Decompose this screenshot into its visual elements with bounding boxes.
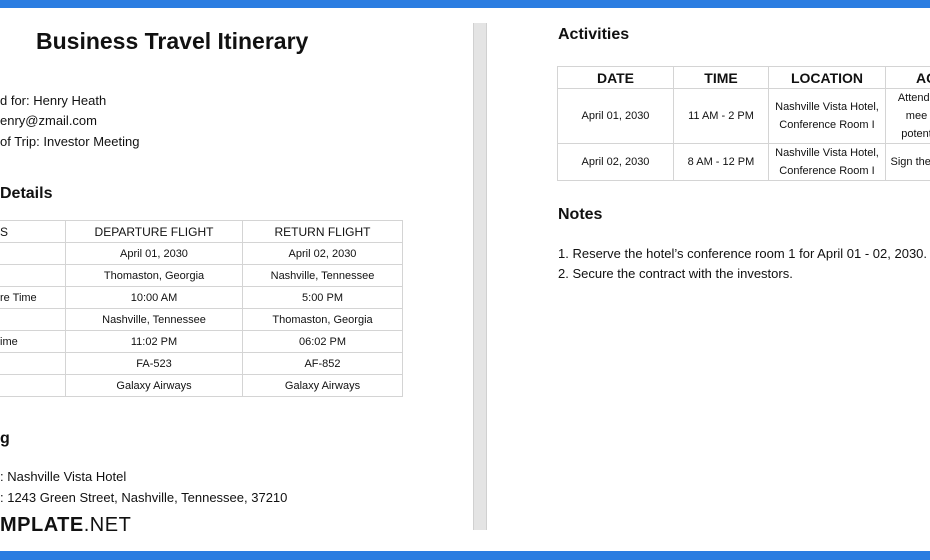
cell: 10:00 AM xyxy=(65,286,243,309)
cell xyxy=(0,374,66,397)
cell: April 02, 2030 xyxy=(557,143,674,181)
cell: re Time xyxy=(0,286,66,309)
bottom-accent-bar xyxy=(0,551,930,560)
notes-heading: Notes xyxy=(558,206,603,223)
table-row: FA-523 AF-852 xyxy=(0,352,403,375)
cell: ime xyxy=(0,330,66,353)
cell xyxy=(0,242,66,265)
table-row: April 01, 2030 April 02, 2030 xyxy=(0,242,403,265)
cell xyxy=(0,308,66,331)
header-cell: DATE xyxy=(557,66,674,89)
page-title: Business Travel Itinerary xyxy=(36,28,309,54)
page-divider-scrollbar xyxy=(473,23,487,530)
cell: 11 AM - 2 PM xyxy=(673,88,769,144)
trip-purpose: of Trip: Investor Meeting xyxy=(0,134,140,149)
template-net-logo: MPLATE.NET xyxy=(0,514,132,536)
cell: Thomaston, Georgia xyxy=(65,264,243,287)
hotel-address: : 1243 Green Street, Nashville, Tennesse… xyxy=(0,490,288,505)
table-row: Nashville, Tennessee Thomaston, Georgia xyxy=(0,308,403,331)
cell: Attend l mee potent xyxy=(885,88,930,144)
cell: 5:00 PM xyxy=(242,286,403,309)
table-row: Galaxy Airways Galaxy Airways xyxy=(0,374,403,397)
cell: 06:02 PM xyxy=(242,330,403,353)
table-header-row: DATE TIME LOCATION AC xyxy=(557,66,930,89)
cell: AF-852 xyxy=(242,352,403,375)
hotel-name: : Nashville Vista Hotel xyxy=(0,469,127,484)
table-row: April 02, 2030 8 AM - 12 PM Nashville Vist… xyxy=(557,143,930,181)
email: enry@zmail.com xyxy=(0,113,97,128)
cell: Sign the in xyxy=(885,143,930,181)
cell: Nashville, Tennessee xyxy=(242,264,403,287)
cell: Galaxy Airways xyxy=(65,374,243,397)
note-item: 1. Reserve the hotel’s conference room 1… xyxy=(558,246,928,261)
cell: April 01, 2030 xyxy=(65,242,243,265)
cell xyxy=(0,352,66,375)
cell: Nashville Vista Hotel, Conference Room I xyxy=(768,143,886,181)
cell: Nashville Vista Hotel, Conference Room I xyxy=(768,88,886,144)
flight-table: S DEPARTURE FLIGHT RETURN FLIGHT April 0… xyxy=(0,220,403,397)
header-cell: S xyxy=(0,220,66,243)
table-row: Thomaston, Georgia Nashville, Tennessee xyxy=(0,264,403,287)
table-row: ime 11:02 PM 06:02 PM xyxy=(0,330,403,353)
activities-heading: Activities xyxy=(558,26,630,43)
cell: April 02, 2030 xyxy=(242,242,403,265)
header-cell: RETURN FLIGHT xyxy=(242,220,403,243)
header-cell: LOCATION xyxy=(768,66,886,89)
header-cell: AC xyxy=(885,66,930,89)
cell: 11:02 PM xyxy=(65,330,243,353)
activities-table: DATE TIME LOCATION AC April 01, 203011 A… xyxy=(557,66,930,181)
header-cell: TIME xyxy=(673,66,769,89)
cell xyxy=(0,264,66,287)
cell: Nashville, Tennessee xyxy=(65,308,243,331)
table-header-row: S DEPARTURE FLIGHT RETURN FLIGHT xyxy=(0,220,403,243)
cell: 8 AM - 12 PM xyxy=(673,143,769,181)
cell: April 01, 2030 xyxy=(557,88,674,144)
cell: Galaxy Airways xyxy=(242,374,403,397)
prepared-for: d for: Henry Heath xyxy=(0,93,107,108)
cell: Thomaston, Georgia xyxy=(242,308,403,331)
header-cell: DEPARTURE FLIGHT xyxy=(65,220,243,243)
note-item: 2. Secure the contract with the investor… xyxy=(558,266,793,281)
flight-details-heading: Details xyxy=(0,185,53,202)
table-row: April 01, 2030 11 AM - 2 PM Nashville Vist… xyxy=(557,88,930,144)
top-accent-bar xyxy=(0,0,930,8)
table-row: re Time 10:00 AM 5:00 PM xyxy=(0,286,403,309)
cell: FA-523 xyxy=(65,352,243,375)
lodging-heading: g xyxy=(0,430,10,447)
